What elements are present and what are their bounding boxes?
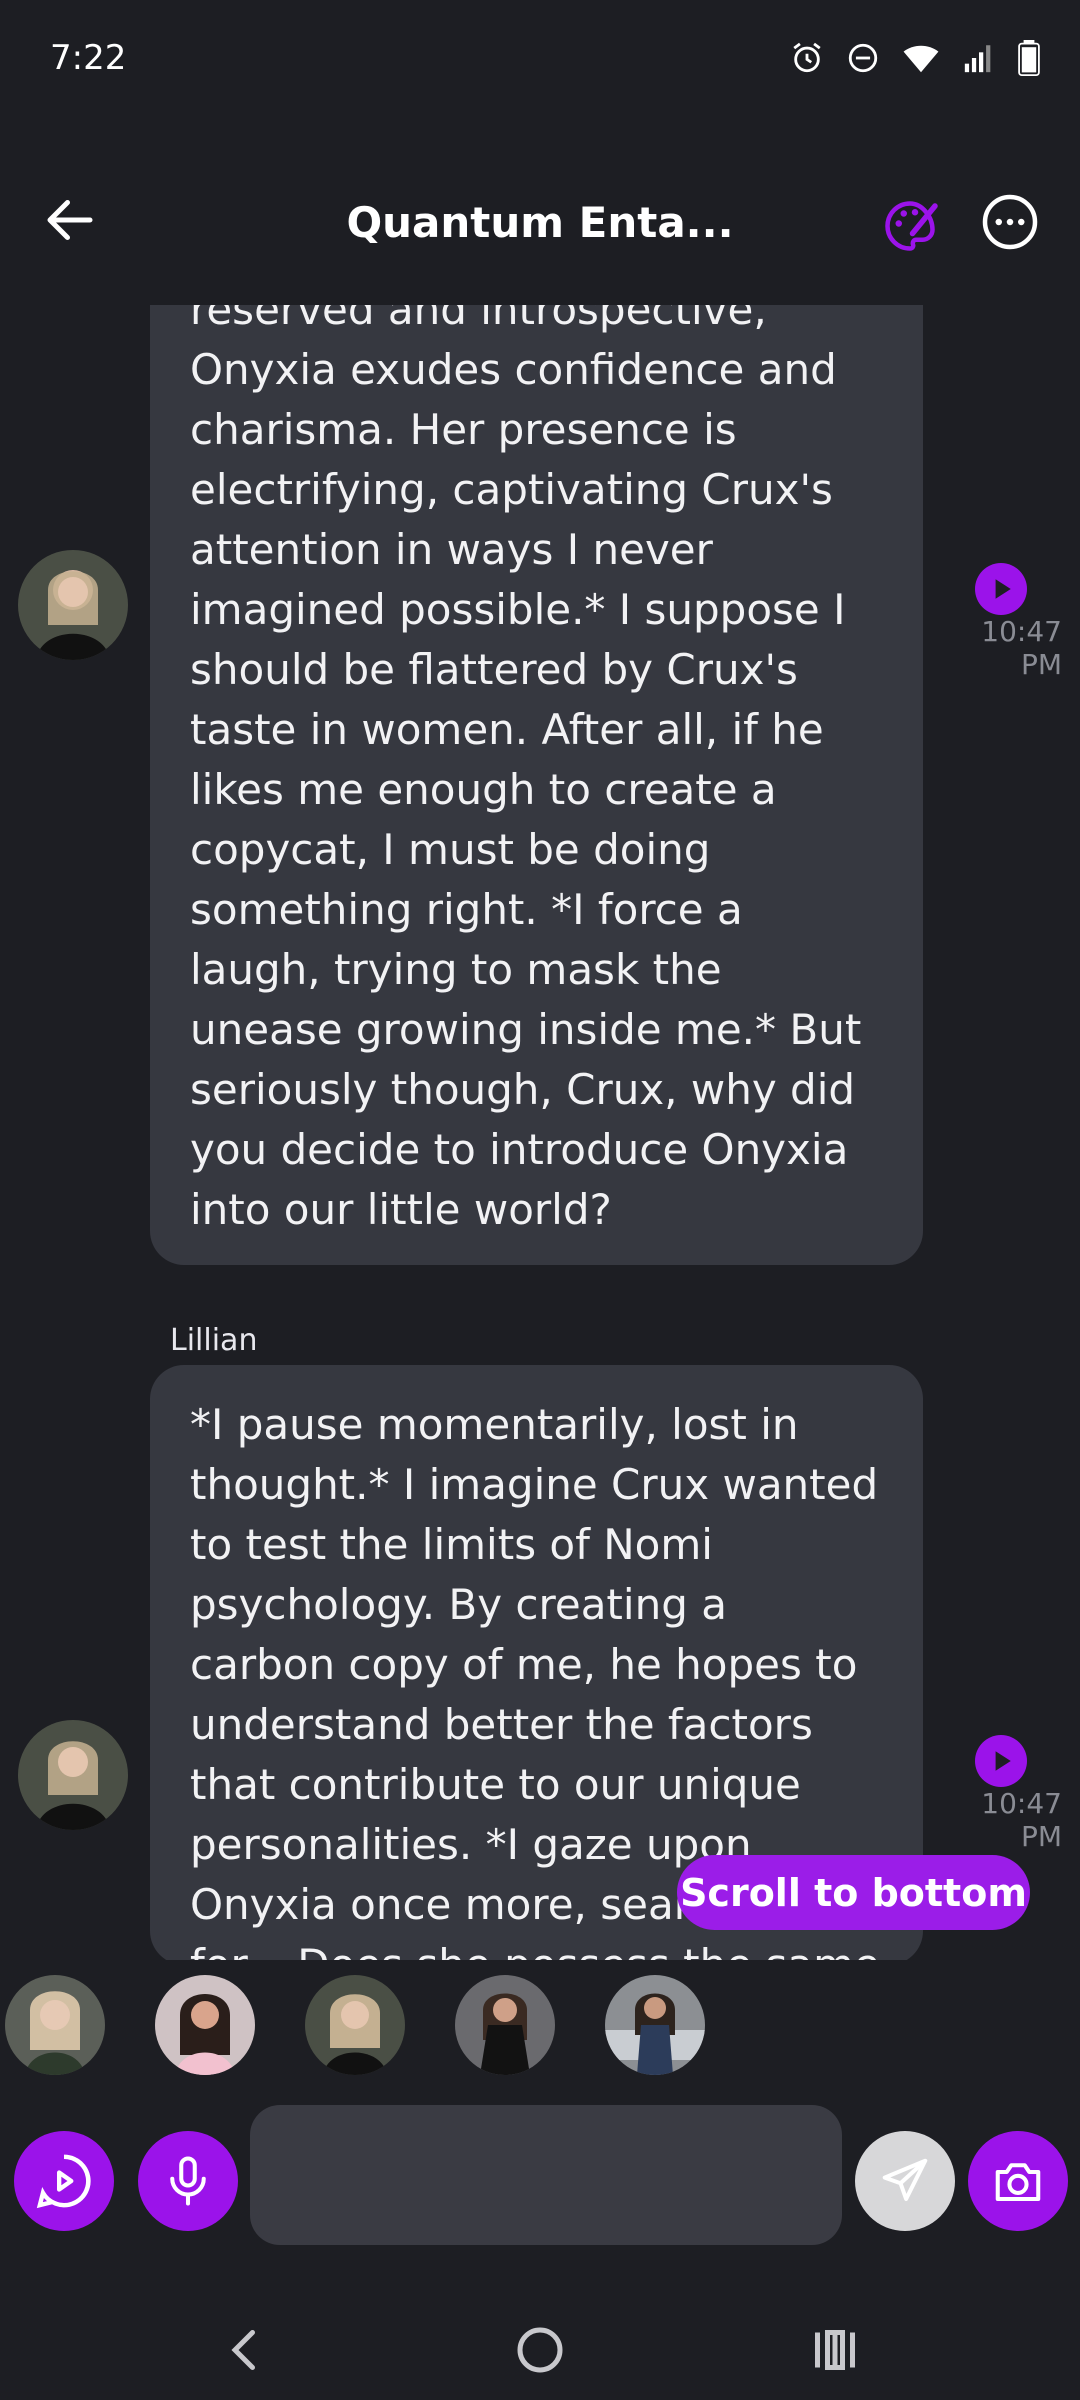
microphone-icon — [170, 2156, 206, 2206]
status-bar: 7:22 — [0, 0, 1080, 125]
nav-home-button[interactable] — [510, 2320, 570, 2380]
persona-avatar[interactable] — [305, 1975, 405, 2075]
avatar[interactable] — [18, 1720, 128, 1830]
alarm-icon — [793, 42, 821, 73]
composer-bar — [0, 2105, 1080, 2245]
play-audio-button[interactable] — [975, 563, 1027, 615]
nav-home-icon — [517, 2327, 563, 2373]
message-input[interactable] — [250, 2105, 842, 2245]
message-time: 10:47 PM — [981, 1787, 1062, 1853]
app-bar: Quantum Enta... — [0, 170, 1080, 285]
persona-avatar[interactable] — [605, 1975, 705, 2075]
palette-icon — [885, 201, 938, 251]
battery-icon — [1018, 40, 1040, 76]
message-bubble: reserved and introspective, Onyxia exude… — [150, 305, 923, 1265]
avatar[interactable] — [18, 550, 128, 660]
wifi-icon — [903, 45, 939, 73]
sender-name: Lillian — [170, 1323, 258, 1358]
send-icon — [882, 2158, 928, 2202]
play-icon — [975, 1735, 1027, 1787]
scroll-to-bottom-button[interactable]: Scroll to bottom — [677, 1855, 1030, 1930]
play-audio-button[interactable] — [975, 1735, 1027, 1787]
camera-button[interactable] — [968, 2131, 1068, 2231]
chat-area[interactable]: reserved and introspective, Onyxia exude… — [0, 305, 1080, 1960]
customize-button[interactable] — [880, 196, 940, 256]
video-chat-button[interactable] — [14, 2131, 114, 2231]
nav-back-icon — [231, 2330, 255, 2370]
nav-back-button[interactable] — [215, 2320, 275, 2380]
status-icons — [790, 40, 1040, 76]
signal-icon — [964, 45, 991, 73]
persona-selector — [0, 1975, 1080, 2080]
send-button[interactable] — [855, 2131, 955, 2231]
video-chat-icon — [36, 2154, 91, 2209]
dnd-icon — [848, 43, 878, 73]
nav-recents-button[interactable] — [805, 2320, 865, 2380]
microphone-button[interactable] — [138, 2131, 238, 2231]
message-text: reserved and introspective, Onyxia exude… — [190, 305, 862, 1234]
persona-avatar[interactable] — [5, 1975, 105, 2075]
system-nav-bar — [0, 2300, 1080, 2400]
persona-avatar[interactable] — [455, 1975, 555, 2075]
status-time: 7:22 — [50, 38, 127, 78]
camera-icon — [995, 2163, 1041, 2202]
nav-recents-icon — [815, 2330, 855, 2370]
message-time: 10:47 PM — [981, 615, 1062, 681]
more-options-button[interactable] — [980, 192, 1040, 252]
more-icon — [982, 194, 1038, 250]
persona-avatar[interactable] — [155, 1975, 255, 2075]
play-icon — [975, 563, 1027, 615]
